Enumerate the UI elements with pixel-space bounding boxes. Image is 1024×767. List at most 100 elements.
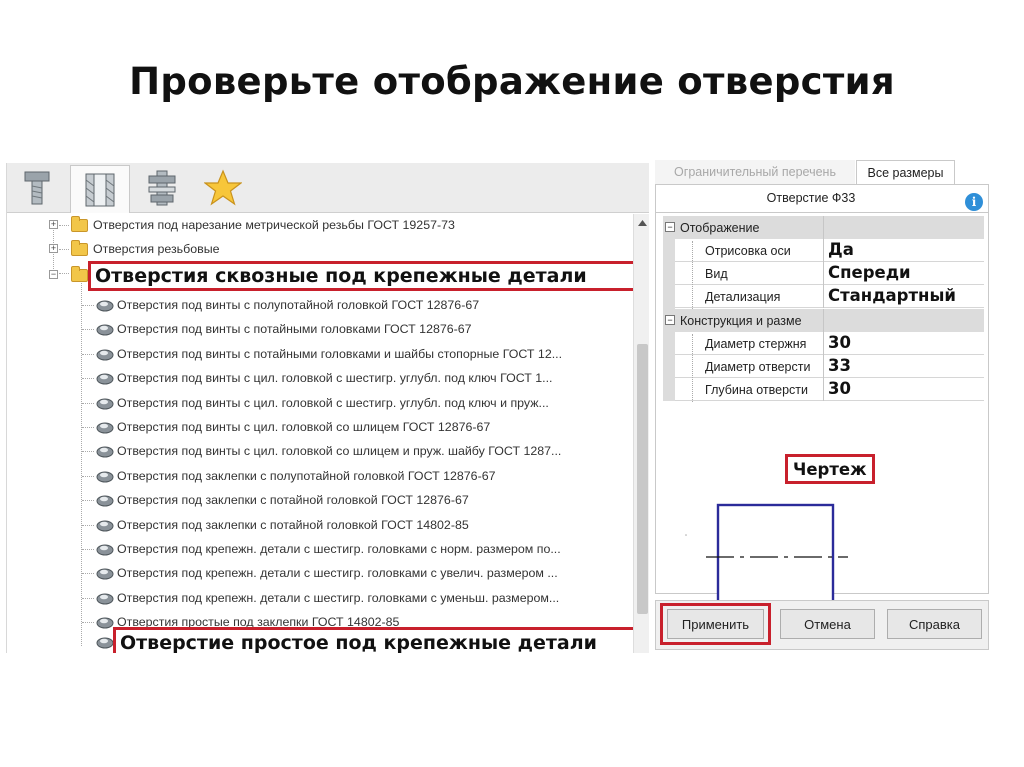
- object-title: Отверстие Ф33: [766, 191, 856, 205]
- bolt-icon: [24, 171, 50, 205]
- hole-item-icon: [96, 568, 114, 580]
- property-row-view[interactable]: Вид Спереди: [663, 262, 984, 285]
- hole-item-icon: [96, 324, 114, 336]
- dialog-buttons: Применить Отмена Справка: [655, 600, 989, 650]
- highlighted-folder-label: Отверстия сквозные под крепежные детали: [88, 261, 641, 291]
- tree-item[interactable]: Отверстия под крепежн. детали с шестигр.…: [7, 561, 632, 585]
- catalog-panel: + Отверстия под нарезание метрической ре…: [6, 163, 649, 653]
- property-name: Детализация: [705, 290, 781, 304]
- collapse-icon[interactable]: −: [665, 315, 675, 325]
- tree-item-label: Отверстия под заклепки с полупотайной го…: [117, 468, 496, 483]
- tree-item[interactable]: Отверстия под винты с цил. головкой со ш…: [7, 415, 632, 439]
- property-value[interactable]: 33: [828, 356, 851, 375]
- hole-item-icon: [96, 300, 114, 312]
- hole-item-icon: [96, 422, 114, 434]
- hole-item-icon: [96, 373, 114, 385]
- tree-item-selected[interactable]: Отверстие простое под крепежные детали: [7, 627, 649, 653]
- help-button[interactable]: Справка: [887, 609, 982, 639]
- tab-restrictive-list[interactable]: Ограничительный перечень: [655, 160, 855, 184]
- fastener-assembly-icon: [148, 170, 176, 206]
- property-value[interactable]: Спереди: [828, 263, 911, 282]
- tree-item-label: Отверстия под винты с цил. головкой с ше…: [117, 371, 553, 386]
- properties-panel: Ограничительный перечень Все размеры Отв…: [655, 160, 989, 655]
- collapse-icon[interactable]: −: [665, 222, 675, 232]
- tree-item[interactable]: Отверстия под заклепки с потайной головк…: [7, 488, 632, 512]
- tree-item[interactable]: Отверстия под заклепки с полупотайной го…: [7, 464, 632, 488]
- group-label: Конструкция и разме: [680, 313, 802, 328]
- tree-item-label: Отверстия под винты с полупотайной голов…: [117, 298, 480, 312]
- tree-item[interactable]: Отверстия под винты с цил. головкой со ш…: [7, 439, 632, 463]
- info-icon[interactable]: i: [965, 193, 983, 211]
- cancel-button[interactable]: Отмена: [780, 609, 875, 639]
- tree-item[interactable]: Отверстия под винты с потайными головкам…: [7, 342, 632, 366]
- tree-item-label: Отверстия под винты с цил. головкой со ш…: [117, 444, 562, 459]
- tool-fastener-button[interactable]: [132, 165, 192, 211]
- expand-icon[interactable]: +: [49, 244, 58, 253]
- property-value[interactable]: Стандартный: [828, 286, 956, 305]
- hole-item-icon: [96, 495, 114, 507]
- tool-hole-button[interactable]: [70, 165, 130, 213]
- hole-item-icon: [96, 398, 114, 410]
- hole-item-icon: [96, 446, 114, 458]
- hole-item-icon: [96, 349, 114, 361]
- collapse-icon[interactable]: −: [49, 270, 58, 279]
- tree-folder-label: Отверстия резьбовые: [93, 242, 220, 256]
- property-row-hole-diameter[interactable]: Диаметр отверсти 33: [663, 355, 984, 378]
- property-row-hole-depth[interactable]: Глубина отверсти 30: [663, 378, 984, 401]
- catalog-tree: + Отверстия под нарезание метрической ре…: [7, 213, 649, 653]
- property-grid-area: − Отображение Отрисовка оси Да Вид Спере…: [655, 212, 989, 613]
- tree-folder-label: Отверстия под нарезание метрической резь…: [93, 218, 455, 232]
- hole-item-icon: [96, 637, 114, 649]
- tree-scrollbar[interactable]: [633, 214, 649, 653]
- tree-item[interactable]: Отверстия под крепежн. детали с шестигр.…: [7, 586, 632, 610]
- tree-item[interactable]: Отверстия под заклепки с потайной головк…: [7, 513, 632, 537]
- property-group-display[interactable]: − Отображение: [663, 216, 984, 239]
- tree-folder-metric-thread[interactable]: + Отверстия под нарезание метрической ре…: [7, 213, 632, 237]
- catalog-toolbar: [7, 163, 649, 213]
- scroll-thumb[interactable]: [637, 344, 648, 614]
- tree-item[interactable]: Отверстия под винты с полупотайной голов…: [7, 293, 632, 317]
- tree-item-label: Отверстия под винты с цил. головкой с ше…: [117, 395, 549, 410]
- folder-icon: [71, 216, 88, 232]
- properties-header: Отверстие Ф33 i: [655, 184, 989, 212]
- expand-icon[interactable]: +: [49, 220, 58, 229]
- selected-item-label: Отверстие простое под крепежные детали: [113, 627, 649, 653]
- tree-item-label: Отверстия под винты с потайными головкам…: [117, 346, 563, 361]
- tree-item-label: Отверстия под винты с потайными головкам…: [117, 322, 472, 337]
- tree-item-label: Отверстия под крепежн. детали с шестигр.…: [117, 590, 560, 605]
- star-icon: [204, 169, 242, 206]
- tree-item[interactable]: Отверстия под крепежн. детали с шестигр.…: [7, 537, 632, 561]
- property-value[interactable]: 30: [828, 379, 851, 398]
- drawing-label: Чертеж: [785, 454, 875, 484]
- tree-folder-threaded[interactable]: + Отверстия резьбовые: [7, 237, 632, 261]
- tree-item[interactable]: Отверстия под винты с потайными головкам…: [7, 317, 632, 341]
- group-label: Отображение: [680, 220, 760, 235]
- property-value[interactable]: Да: [828, 240, 854, 259]
- property-name: Вид: [705, 267, 728, 281]
- slide-title: Проверьте отображение отверстия: [129, 60, 895, 103]
- property-row-detail[interactable]: Детализация Стандартный: [663, 285, 984, 308]
- property-name: Отрисовка оси: [705, 244, 791, 258]
- scroll-up-arrow-icon[interactable]: [634, 214, 649, 231]
- property-row-axis[interactable]: Отрисовка оси Да: [663, 239, 984, 262]
- folder-icon: [71, 240, 88, 256]
- property-group-construction[interactable]: − Конструкция и разме: [663, 309, 984, 332]
- tree-item-label: Отверстия под заклепки с потайной головк…: [117, 493, 469, 508]
- tool-favorites-button[interactable]: [193, 165, 253, 211]
- hole-icon: [85, 173, 115, 206]
- tree-item[interactable]: Отверстия под винты с цил. головкой с ше…: [7, 366, 632, 390]
- property-name: Диаметр отверсти: [705, 360, 811, 374]
- hole-item-icon: [96, 520, 114, 532]
- tool-bolt-button[interactable]: [7, 165, 67, 211]
- apply-button[interactable]: Применить: [667, 609, 764, 639]
- tree-folder-through-holes[interactable]: − Отверстия сквозные под крепежные детал…: [7, 261, 641, 291]
- property-value[interactable]: 30: [828, 333, 851, 352]
- folder-icon: [71, 266, 88, 282]
- property-row-rod-diameter[interactable]: Диаметр стержня 30: [663, 332, 984, 355]
- tree-item[interactable]: Отверстия под винты с цил. головкой с ше…: [7, 391, 632, 415]
- tree-item-label: Отверстия под винты с цил. головкой со ш…: [117, 420, 491, 434]
- tree-item-label: Отверстия под крепежн. детали с шестигр.…: [117, 566, 558, 581]
- hole-item-icon: [96, 593, 114, 605]
- property-name: Диаметр стержня: [705, 337, 807, 351]
- tab-all-sizes[interactable]: Все размеры: [856, 160, 955, 184]
